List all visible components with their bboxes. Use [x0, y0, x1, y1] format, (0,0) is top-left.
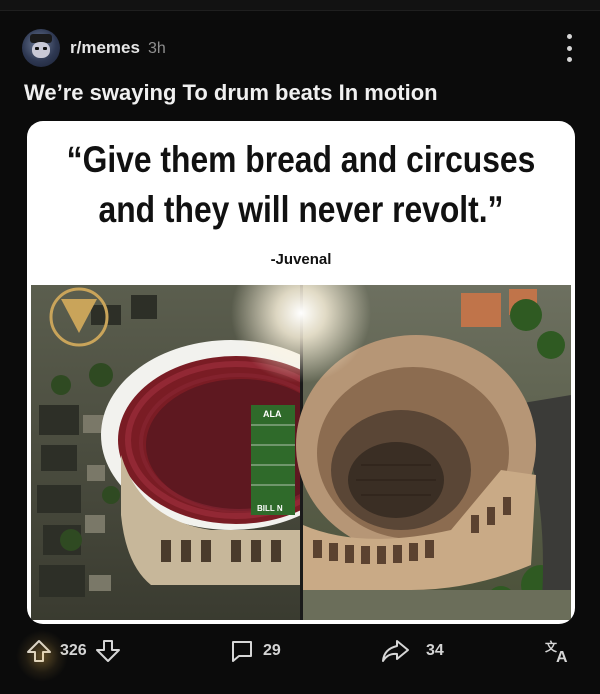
post-image[interactable]: “Give them bread and circuses and they w…	[27, 121, 575, 624]
avatar[interactable]	[22, 29, 60, 67]
share-button[interactable]: 34	[380, 638, 444, 664]
top-bar-edge	[0, 0, 600, 11]
downvote-icon[interactable]	[95, 638, 121, 664]
post-action-bar: 326 29 34 文 A	[0, 630, 600, 682]
svg-text:A: A	[556, 649, 568, 664]
comment-count: 29	[263, 642, 281, 659]
stadium-sign-2: BILL N	[257, 504, 283, 513]
comment-icon	[229, 638, 255, 664]
quote-line-1: “Give them bread and circuses	[66, 139, 536, 180]
post-age: 3h	[147, 40, 166, 57]
translate-icon: 文 A	[544, 638, 576, 664]
meme-quote: “Give them bread and circuses and they w…	[65, 135, 536, 235]
stadium-colosseum-photo: ALA BILL N	[31, 285, 571, 620]
vote-group: 326	[16, 630, 121, 682]
quote-attribution: -Juvenal	[270, 251, 332, 268]
translate-button[interactable]: 文 A	[544, 638, 576, 664]
quote-line-2: and they will never revolt.”	[98, 189, 504, 230]
post-header: r/memes 3h	[22, 28, 582, 68]
stadium-sign: ALA	[263, 409, 282, 419]
share-icon	[380, 638, 410, 664]
subreddit-name[interactable]: r/memes	[70, 38, 140, 58]
share-count: 34	[426, 642, 444, 659]
comments-button[interactable]: 29	[229, 638, 281, 664]
more-options-icon[interactable]	[566, 34, 572, 62]
post-title[interactable]: We’re swaying To drum beats In motion	[24, 80, 438, 106]
